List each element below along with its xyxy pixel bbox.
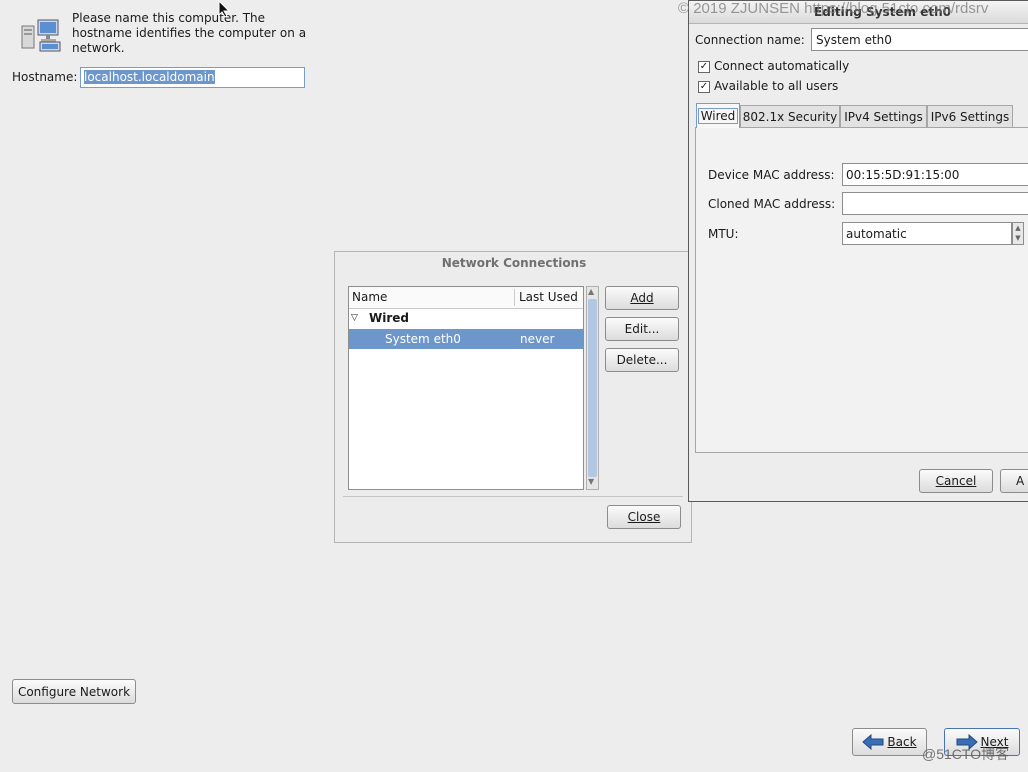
tab-wired[interactable]: Wired xyxy=(696,103,740,128)
apply-label: A xyxy=(1016,474,1025,488)
back-arrow-icon xyxy=(862,734,884,750)
row-name: System eth0 xyxy=(385,332,461,346)
delete-button[interactable]: Delete... xyxy=(605,348,679,372)
connections-list[interactable]: Name Last Used ▽ Wired System eth0 never xyxy=(348,286,584,490)
connect-automatically-checkbox[interactable]: ✓ xyxy=(698,61,710,73)
tab-8021x-label: 802.1x Security xyxy=(742,109,838,124)
add-label: Add xyxy=(630,291,654,305)
editing-connection-dialog: Editing System eth0 Connection name: Sys… xyxy=(688,0,1028,502)
column-header-name[interactable]: Name xyxy=(352,290,387,304)
group-expander-icon[interactable]: ▽ xyxy=(351,313,358,323)
tab-8021x-security[interactable]: 802.1x Security xyxy=(740,105,840,127)
cloned-mac-input[interactable] xyxy=(842,192,1028,215)
hostname-intro-text: Please name this computer. The hostname … xyxy=(72,11,307,55)
computer-network-icon xyxy=(20,18,64,52)
hostname-input[interactable]: localhost.localdomain xyxy=(80,67,305,88)
delete-label: Delete... xyxy=(616,353,668,367)
add-button[interactable]: Add xyxy=(605,286,679,310)
mtu-stepper-icon[interactable]: ▲ ▼ xyxy=(1012,222,1024,245)
row-last-used: never xyxy=(520,332,555,346)
list-header: Name Last Used xyxy=(349,287,583,309)
cancel-button[interactable]: Cancel xyxy=(919,469,993,493)
tab-ipv4-label: IPv4 Settings xyxy=(844,109,923,124)
list-scrollbar[interactable]: ▲ ▼ xyxy=(586,286,599,490)
close-button[interactable]: Close xyxy=(607,505,681,529)
tab-wired-label: Wired xyxy=(697,108,739,124)
device-mac-input[interactable]: 00:15:5D:91:15:00 xyxy=(842,163,1028,186)
column-divider xyxy=(514,289,515,306)
watermark-top: © 2019 ZJUNSEN https://blog.51cto.com/rd… xyxy=(678,0,989,17)
column-header-last-used[interactable]: Last Used xyxy=(519,290,578,304)
cancel-label: Cancel xyxy=(935,474,977,488)
available-to-all-label: Available to all users xyxy=(714,79,839,93)
hostname-label: Hostname: xyxy=(12,70,78,84)
scroll-down-arrow-icon[interactable]: ▼ xyxy=(588,477,594,486)
scroll-thumb[interactable] xyxy=(588,299,597,477)
device-mac-label: Device MAC address: xyxy=(708,168,835,182)
connect-automatically-label: Connect automatically xyxy=(714,59,850,73)
network-connections-dialog: Network Connections Name Last Used ▽ Wir… xyxy=(334,251,692,543)
dialog-separator xyxy=(343,496,683,497)
configure-network-button[interactable]: Configure Network xyxy=(12,679,136,704)
tab-ipv6-label: IPv6 Settings xyxy=(930,109,1010,124)
hostname-value: localhost.localdomain xyxy=(84,70,215,84)
cloned-mac-label: Cloned MAC address: xyxy=(708,197,836,211)
available-to-all-checkbox[interactable]: ✓ xyxy=(698,81,710,93)
close-label: Close xyxy=(627,510,661,524)
tab-ipv4-settings[interactable]: IPv4 Settings xyxy=(840,105,927,127)
configure-network-label: Configure Network xyxy=(17,684,131,699)
tab-ipv6-settings[interactable]: IPv6 Settings xyxy=(927,105,1013,127)
group-wired-label: Wired xyxy=(369,311,409,325)
mtu-label: MTU: xyxy=(708,227,739,241)
mouse-pointer-icon xyxy=(218,0,231,21)
back-label: Back xyxy=(887,735,917,749)
connection-name-input[interactable]: System eth0 xyxy=(811,28,1028,51)
apply-button[interactable]: A xyxy=(1000,469,1028,493)
back-button[interactable]: Back xyxy=(852,728,927,756)
watermark-bottom: @51CTO博客 xyxy=(922,746,1010,762)
edit-label: Edit... xyxy=(624,322,660,336)
network-connections-title: Network Connections xyxy=(441,256,587,270)
scroll-up-arrow-icon[interactable]: ▲ xyxy=(588,287,594,296)
connection-name-label: Connection name: xyxy=(695,33,805,47)
table-row[interactable]: System eth0 never xyxy=(349,329,583,349)
tab-panel: Device MAC address: 00:15:5D:91:15:00 Cl… xyxy=(695,127,1028,453)
edit-button[interactable]: Edit... xyxy=(605,317,679,341)
mtu-spinbox[interactable]: automatic xyxy=(842,222,1012,245)
